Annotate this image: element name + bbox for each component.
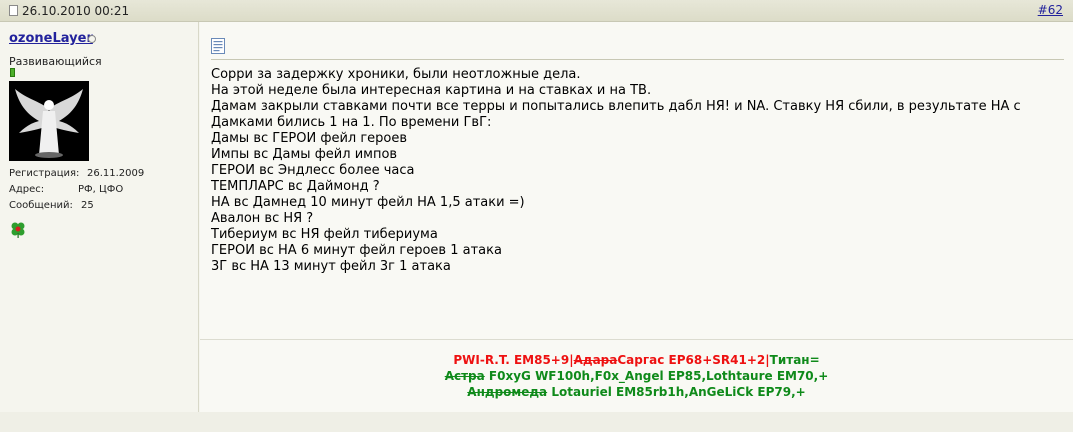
registration-row: Регистрация: 26.11.2009 bbox=[9, 168, 144, 179]
message-line: Тибериум вс НЯ фейл тибериума bbox=[211, 227, 438, 242]
signature-part: F0xyG WF100h,F0x_Angel EP85,Lothtaure EM… bbox=[484, 369, 829, 383]
message-line: ГЕРОИ вс Эндлесс более часа bbox=[211, 163, 415, 178]
post-message: Сорри за задержку хроники, были неотложн… bbox=[211, 67, 1066, 275]
signature-part: PWI-R.T. EM85+9| bbox=[453, 353, 574, 367]
signature: PWI-R.T. EM85+9|АдараСаргас EP68+SR41+2|… bbox=[200, 352, 1073, 400]
signature-part: Астра bbox=[444, 369, 485, 383]
message-doc-icon bbox=[211, 38, 225, 54]
post-footer-bar bbox=[0, 412, 1073, 432]
address-value: РФ, ЦФО bbox=[78, 184, 124, 195]
message-line: ТЕМПЛАРС вс Даймонд ? bbox=[211, 179, 380, 194]
message-line: Сорри за задержку хроники, были неотложн… bbox=[211, 67, 581, 82]
offline-status-icon bbox=[88, 35, 96, 43]
registration-label: Регистрация: bbox=[9, 168, 80, 179]
signature-line-3: Андромеда Lotauriel EM85rb1h,AnGeLiCk EP… bbox=[200, 384, 1073, 400]
angel-avatar-image bbox=[9, 81, 89, 161]
posts-count-label: Сообщений: bbox=[9, 200, 73, 211]
post-permalink[interactable]: #62 bbox=[1038, 3, 1063, 17]
message-line: Дамками бились 1 на 1. По времени ГвГ: bbox=[211, 115, 492, 130]
signature-part: Андромеда bbox=[467, 385, 548, 399]
user-title: Развивающийся bbox=[9, 55, 102, 68]
signature-part: Саргас EP68+SR41+2| bbox=[617, 353, 770, 367]
address-row: Адрес: РФ, ЦФО bbox=[9, 184, 123, 195]
user-info-panel: ozoneLayer Развивающийся Регистрация: 26… bbox=[0, 22, 199, 412]
address-label: Адрес: bbox=[9, 184, 45, 195]
posts-count-row: Сообщений: 25 bbox=[9, 200, 94, 211]
message-line: Дамы вс ГЕРОИ фейл героев bbox=[211, 131, 408, 146]
post-content: Сорри за задержку хроники, были неотложн… bbox=[200, 22, 1073, 412]
post-header: 26.10.2010 00:21 #62 bbox=[0, 0, 1073, 22]
message-line: Дамам закрыли ставками почти все терры и… bbox=[211, 99, 1021, 114]
document-icon bbox=[9, 5, 18, 16]
signature-line-2: Астра F0xyG WF100h,F0x_Angel EP85,Lothta… bbox=[200, 368, 1073, 384]
signature-line-1: PWI-R.T. EM85+9|АдараСаргас EP68+SR41+2|… bbox=[200, 352, 1073, 368]
message-line: На этой неделе была интересная картина и… bbox=[211, 83, 652, 98]
post-date: 26.10.2010 00:21 bbox=[22, 4, 130, 18]
registration-value: 26.11.2009 bbox=[87, 168, 145, 179]
signature-part: Адара bbox=[573, 353, 618, 367]
avatar[interactable] bbox=[9, 81, 89, 161]
message-line: Авалон вс НЯ ? bbox=[211, 211, 314, 226]
posts-count-value: 25 bbox=[81, 200, 94, 211]
message-line: НА вс Дамнед 10 минут фейл НА 1,5 атаки … bbox=[211, 195, 525, 210]
clover-icon[interactable] bbox=[9, 220, 27, 238]
reputation-bar bbox=[10, 68, 15, 77]
signature-part: Титан= bbox=[769, 353, 820, 367]
signature-part: Lotauriel EM85rb1h,AnGeLiCk EP79,+ bbox=[547, 385, 806, 399]
signature-divider bbox=[200, 339, 1073, 340]
message-line: ГЕРОИ вс НА 6 минут фейл героев 1 атака bbox=[211, 243, 502, 258]
username-link[interactable]: ozoneLayer bbox=[9, 31, 93, 46]
message-line: 3Г вс НА 13 минут фейл 3г 1 атака bbox=[211, 259, 451, 274]
message-line: Импы вс Дамы фейл импов bbox=[211, 147, 398, 162]
content-divider bbox=[211, 59, 1064, 60]
